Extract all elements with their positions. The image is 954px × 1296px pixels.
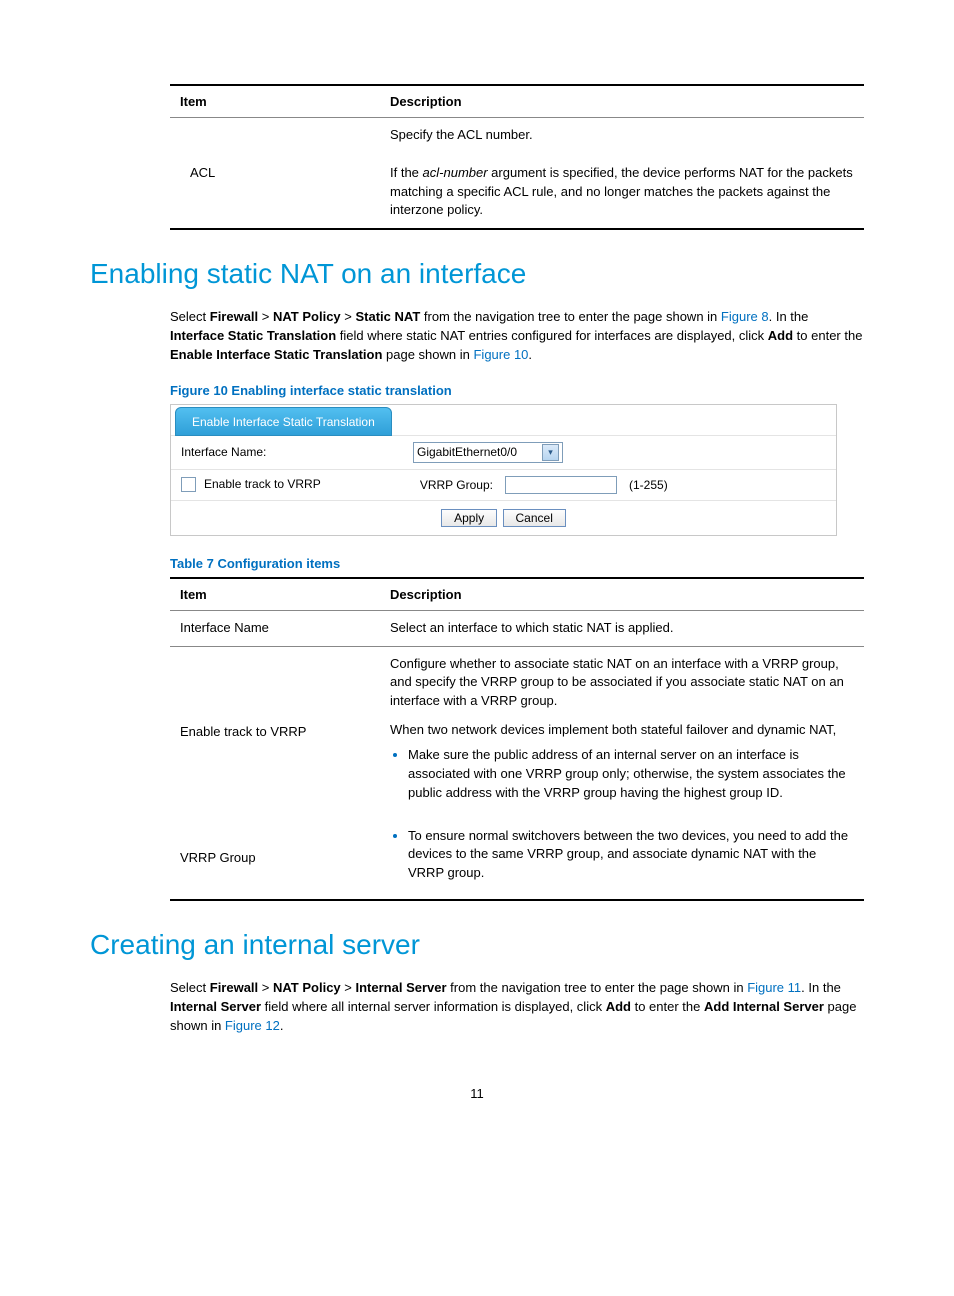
text: > bbox=[258, 309, 273, 324]
text: . In the bbox=[769, 309, 809, 324]
vrrp-group-hint: (1-255) bbox=[629, 478, 668, 492]
tab-enable-interface-static-translation[interactable]: Enable Interface Static Translation bbox=[175, 407, 392, 436]
text: When two network devices implement both … bbox=[390, 721, 854, 740]
enable-track-vrrp-field: Enable track to VRRP bbox=[181, 477, 401, 492]
interface-name-desc: Select an interface to which static NAT … bbox=[380, 610, 864, 646]
internal-server-bold: Internal Server bbox=[170, 999, 261, 1014]
vrrp-group-item: VRRP Group bbox=[170, 819, 380, 901]
text: Select bbox=[170, 309, 210, 324]
vrrp-group-label: VRRP Group: bbox=[413, 478, 493, 492]
enable-track-vrrp-item: Enable track to VRRP bbox=[170, 646, 380, 818]
nat-policy-bold: NAT Policy bbox=[273, 309, 341, 324]
acl-table: Item Description ACL Specify the ACL num… bbox=[170, 84, 864, 230]
add-bold: Add bbox=[606, 999, 631, 1014]
table-header-desc: Description bbox=[380, 85, 864, 118]
table-header-item: Item bbox=[170, 85, 380, 118]
figure-10-screenshot: Enable Interface Static Translation Inte… bbox=[170, 404, 837, 536]
vrrp-group-desc: To ensure normal switchovers between the… bbox=[380, 819, 864, 901]
text: Select bbox=[170, 980, 210, 995]
text: from the navigation tree to enter the pa… bbox=[447, 980, 748, 995]
cancel-button[interactable]: Cancel bbox=[503, 509, 566, 527]
enable-track-vrrp-desc: Configure whether to associate static NA… bbox=[380, 646, 864, 818]
text: page shown in bbox=[382, 347, 473, 362]
section2-paragraph: Select Firewall > NAT Policy > Internal … bbox=[170, 979, 864, 1036]
interface-name-select[interactable]: GigabitEthernet0/0 ▾ bbox=[413, 442, 563, 463]
nat-policy-bold: NAT Policy bbox=[273, 980, 341, 995]
interface-name-value: GigabitEthernet0/0 bbox=[417, 445, 517, 459]
text: Configure whether to associate static NA… bbox=[390, 656, 844, 709]
acl-desc: Specify the ACL number. If the acl-numbe… bbox=[380, 118, 864, 230]
figure-8-link[interactable]: Figure 8 bbox=[721, 309, 769, 324]
table-header-desc: Description bbox=[380, 578, 864, 611]
enable-track-vrrp-checkbox[interactable] bbox=[181, 477, 196, 492]
interface-name-label: Interface Name: bbox=[181, 445, 401, 459]
acl-number-arg: acl-number bbox=[423, 165, 488, 180]
firewall-bold: Firewall bbox=[210, 309, 258, 324]
heading-creating-internal-server: Creating an internal server bbox=[90, 929, 864, 961]
interface-name-item: Interface Name bbox=[170, 610, 380, 646]
apply-button[interactable]: Apply bbox=[441, 509, 497, 527]
figure-11-link[interactable]: Figure 11 bbox=[747, 980, 801, 995]
acl-desc-line2a: If the bbox=[390, 165, 423, 180]
text: > bbox=[341, 980, 356, 995]
table-7-caption: Table 7 Configuration items bbox=[170, 556, 864, 571]
text: > bbox=[258, 980, 273, 995]
text: . In the bbox=[801, 980, 841, 995]
text: field where all internal server informat… bbox=[261, 999, 606, 1014]
figure-10-caption: Figure 10 Enabling interface static tran… bbox=[170, 383, 864, 398]
vrrp-group-input[interactable] bbox=[505, 476, 617, 494]
table-header-item: Item bbox=[170, 578, 380, 611]
text: to enter the bbox=[631, 999, 704, 1014]
text: field where static NAT entries configure… bbox=[336, 328, 768, 343]
chevron-down-icon: ▾ bbox=[542, 444, 559, 461]
figure-10-link[interactable]: Figure 10 bbox=[473, 347, 528, 362]
acl-item: ACL bbox=[170, 118, 380, 230]
text: . bbox=[280, 1018, 284, 1033]
heading-enable-static-nat: Enabling static NAT on an interface bbox=[90, 258, 864, 290]
text: > bbox=[341, 309, 356, 324]
figure-12-link[interactable]: Figure 12 bbox=[225, 1018, 280, 1033]
add-internal-server-bold: Add Internal Server bbox=[704, 999, 824, 1014]
list-item: Make sure the public address of an inter… bbox=[408, 746, 854, 803]
list-item: To ensure normal switchovers between the… bbox=[408, 827, 854, 884]
section1-paragraph: Select Firewall > NAT Policy > Static NA… bbox=[170, 308, 864, 365]
firewall-bold: Firewall bbox=[210, 980, 258, 995]
enable-ist-bold: Enable Interface Static Translation bbox=[170, 347, 382, 362]
add-bold: Add bbox=[768, 328, 793, 343]
interface-static-translation-bold: Interface Static Translation bbox=[170, 328, 336, 343]
enable-track-vrrp-label: Enable track to VRRP bbox=[204, 477, 321, 491]
text: to enter the bbox=[793, 328, 862, 343]
table-7: Item Description Interface Name Select a… bbox=[170, 577, 864, 901]
internal-server-bold: Internal Server bbox=[356, 980, 447, 995]
text: from the navigation tree to enter the pa… bbox=[420, 309, 721, 324]
text: . bbox=[528, 347, 532, 362]
acl-desc-line1: Specify the ACL number. bbox=[390, 127, 533, 142]
page-number: 11 bbox=[90, 1086, 864, 1101]
static-nat-bold: Static NAT bbox=[356, 309, 421, 324]
